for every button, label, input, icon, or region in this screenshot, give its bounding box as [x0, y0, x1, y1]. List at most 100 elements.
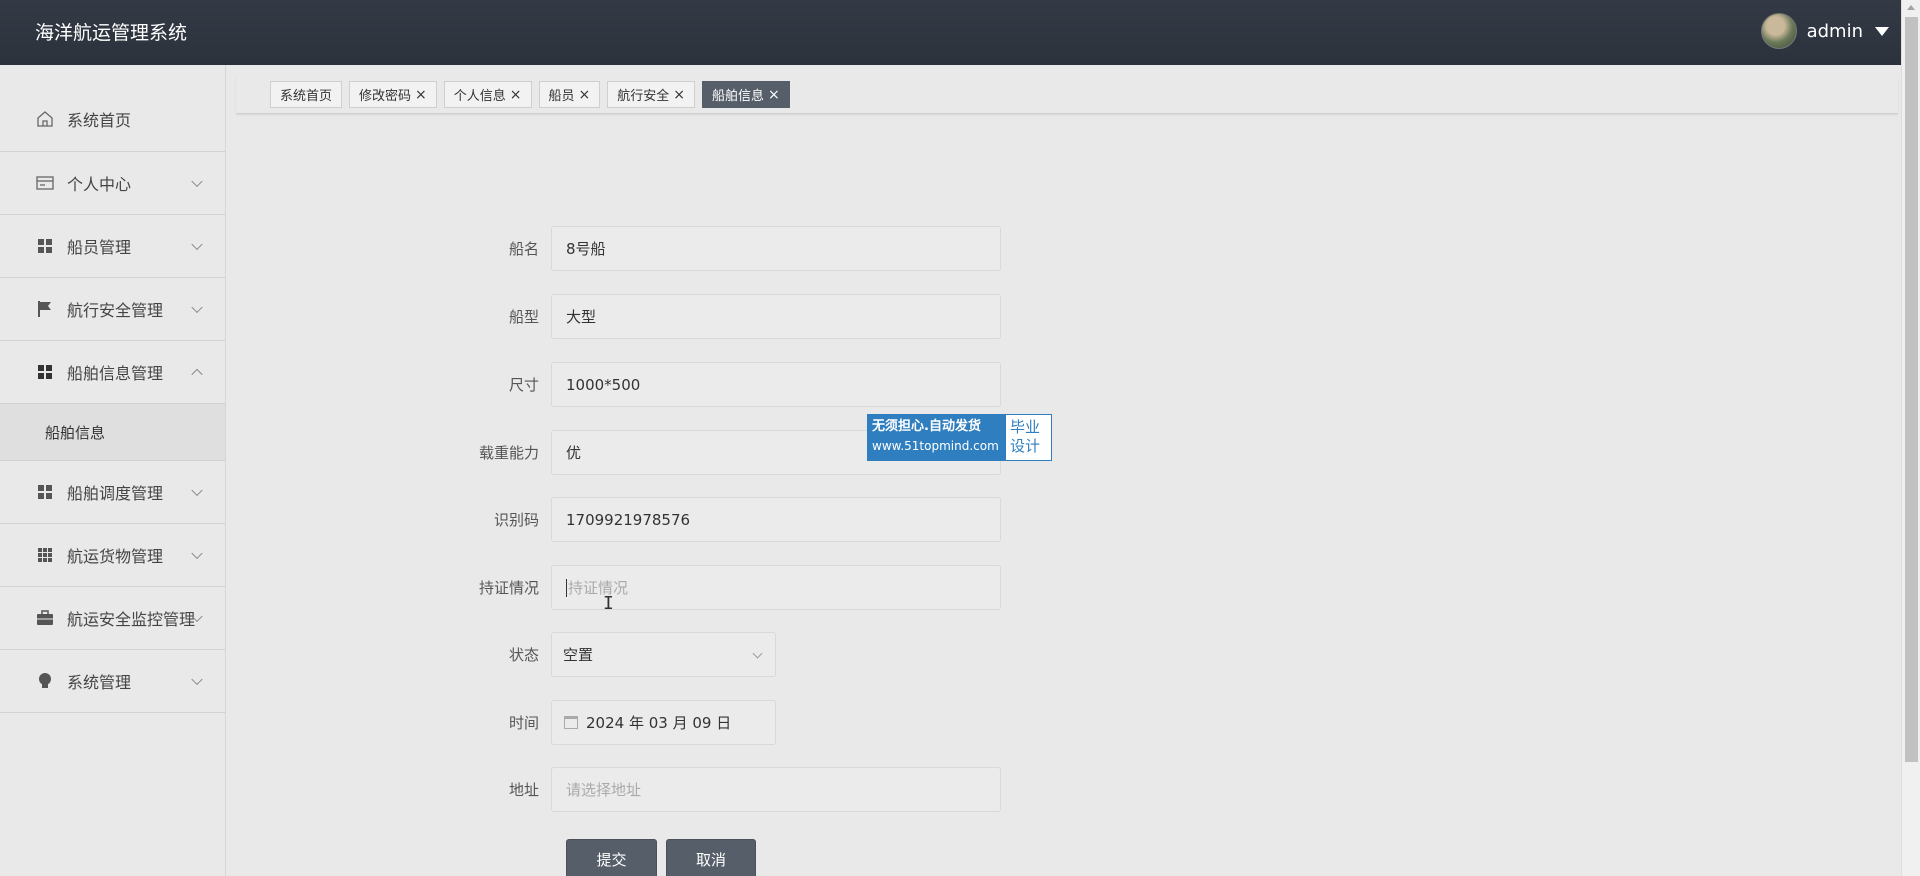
- briefcase-icon: [35, 608, 55, 628]
- tab-crew[interactable]: 船员 ×: [538, 81, 601, 108]
- tab-home[interactable]: 系统首页: [270, 81, 343, 108]
- close-icon[interactable]: ×: [768, 87, 780, 103]
- sidebar-item-label: 系统首页: [67, 111, 132, 130]
- flag-icon: [35, 299, 55, 319]
- apps-icon: [35, 545, 55, 565]
- tab-label: 个人信息: [453, 89, 506, 104]
- sidebar-item-label: 船舶信息管理: [67, 364, 164, 383]
- form-row-license: 持证情况 持证情况: [440, 565, 1001, 610]
- chevron-down-icon: [191, 673, 203, 686]
- input-value: 1000*500: [566, 375, 641, 394]
- sidebar-item-nav-safety[interactable]: 航行安全管理: [0, 278, 225, 341]
- sidebar: 系统首页 个人中心 船员管理 航行安全管理 船舶信息管理 船舶信息 船舶调度管理…: [0, 65, 226, 876]
- tab-nav-safety[interactable]: 航行安全 ×: [607, 81, 696, 108]
- sidebar-item-monitor[interactable]: 航运安全监控管理: [0, 587, 225, 650]
- select-value: 空置: [563, 646, 594, 664]
- sidebar-item-system[interactable]: 系统管理: [0, 650, 225, 713]
- submit-button[interactable]: 提交: [566, 839, 657, 876]
- field-label: 船型: [508, 308, 539, 326]
- scroll-thumb[interactable]: [1905, 17, 1918, 762]
- sidebar-item-crew[interactable]: 船员管理: [0, 215, 225, 278]
- tabs-bar: 系统首页 修改密码 × 个人信息 × 船员 × 航行安全 × 船舶信息 ×: [236, 76, 1898, 114]
- user-menu[interactable]: admin: [1760, 13, 1889, 49]
- sidebar-item-label: 航运货物管理: [67, 547, 164, 566]
- cancel-button[interactable]: 取消: [666, 839, 756, 876]
- grid-icon: [35, 236, 55, 256]
- badge-right: 毕业 设计: [1006, 415, 1051, 460]
- badge-line1: 无须担心.自动发货: [872, 419, 981, 434]
- sidebar-item-label: 航行安全管理: [67, 301, 164, 320]
- field-label: 时间: [508, 714, 539, 732]
- chevron-down-icon: [191, 301, 203, 314]
- tab-label: 修改密码: [359, 89, 412, 104]
- form-row-ship-type: 船型 大型: [440, 294, 1001, 339]
- sidebar-subitem-label: 船舶信息: [45, 423, 106, 442]
- field-label: 状态: [508, 646, 539, 664]
- badge-line2: www.51topmind.com: [872, 439, 999, 453]
- scroll-up-icon[interactable]: [1907, 5, 1915, 10]
- tab-ship-info[interactable]: 船舶信息 ×: [702, 81, 790, 108]
- close-icon[interactable]: ×: [673, 87, 685, 103]
- badge-left: 无须担心.自动发货 www.51topmind.com: [868, 415, 1006, 460]
- input-placeholder: 持证情况: [568, 579, 629, 597]
- form-row-address: 地址 请选择地址: [440, 767, 1001, 812]
- date-value: 2024 年 03 月 09 日: [586, 714, 732, 732]
- code-input[interactable]: 1709921978576: [551, 497, 1001, 542]
- ship-name-input[interactable]: 8号船: [551, 226, 1001, 271]
- username[interactable]: admin: [1807, 21, 1863, 42]
- tab-label: 航行安全: [617, 89, 670, 104]
- license-input[interactable]: 持证情况: [551, 565, 1001, 610]
- home-icon: [35, 109, 55, 129]
- sidebar-item-label: 航运安全监控管理: [67, 610, 196, 629]
- field-label: 地址: [508, 781, 539, 799]
- vertical-scrollbar[interactable]: [1901, 0, 1920, 876]
- grid-icon: [35, 482, 55, 502]
- tab-list: 系统首页 修改密码 × 个人信息 × 船员 × 航行安全 × 船舶信息 ×: [270, 81, 790, 108]
- grid-icon: [35, 362, 55, 382]
- tab-label: 船舶信息: [712, 89, 765, 104]
- input-value: 1709921978576: [566, 510, 691, 529]
- avatar[interactable]: [1760, 13, 1797, 49]
- chevron-down-icon: [752, 648, 763, 659]
- card-icon: [35, 173, 55, 193]
- sidebar-item-label: 船舶调度管理: [67, 484, 164, 503]
- chevron-up-icon: [191, 368, 203, 381]
- sidebar-item-profile[interactable]: 个人中心: [0, 152, 225, 215]
- sidebar-item-home[interactable]: 系统首页: [0, 65, 225, 152]
- badge-right1: 毕业: [1010, 418, 1041, 436]
- close-icon[interactable]: ×: [579, 87, 591, 103]
- date-picker[interactable]: 2024 年 03 月 09 日: [551, 700, 776, 745]
- input-value: 8号船: [566, 240, 606, 258]
- tab-change-password[interactable]: 修改密码 ×: [349, 81, 437, 108]
- field-label: 尺寸: [508, 376, 539, 394]
- app-title: 海洋航运管理系统: [35, 22, 188, 44]
- sidebar-item-ship-info[interactable]: 船舶信息管理: [0, 341, 225, 404]
- tab-label: 船员: [548, 89, 575, 104]
- form-row-time: 时间 2024 年 03 月 09 日: [440, 700, 776, 745]
- close-icon[interactable]: ×: [415, 87, 427, 103]
- ibeam-cursor-icon: I: [603, 593, 614, 614]
- input-placeholder: 请选择地址: [566, 781, 642, 799]
- sidebar-item-label: 个人中心: [67, 175, 132, 194]
- ship-type-input[interactable]: 大型: [551, 294, 1001, 339]
- sidebar-item-cargo[interactable]: 航运货物管理: [0, 524, 225, 587]
- bulb-icon: [35, 671, 55, 691]
- size-input[interactable]: 1000*500: [551, 362, 1001, 407]
- calendar-icon: [564, 716, 578, 729]
- status-select[interactable]: 空置: [551, 632, 776, 677]
- address-input[interactable]: 请选择地址: [551, 767, 1001, 812]
- badge-right2: 设计: [1010, 437, 1041, 455]
- caret-down-icon[interactable]: [1875, 26, 1889, 36]
- tab-profile[interactable]: 个人信息 ×: [443, 81, 532, 108]
- top-header: 海洋航运管理系统 admin: [0, 0, 1901, 65]
- field-label: 载重能力: [478, 444, 539, 462]
- sidebar-item-dispatch[interactable]: 船舶调度管理: [0, 461, 225, 524]
- sidebar-subitem-ship-info[interactable]: 船舶信息: [0, 404, 225, 461]
- chevron-down-icon: [191, 175, 203, 188]
- chevron-down-icon: [191, 484, 203, 497]
- close-icon[interactable]: ×: [510, 87, 522, 103]
- form-row-status: 状态 空置: [440, 632, 776, 677]
- tab-label: 系统首页: [280, 89, 333, 104]
- watermark-badge: 无须担心.自动发货 www.51topmind.com 毕业 设计: [867, 414, 1052, 461]
- field-label: 船名: [508, 240, 539, 258]
